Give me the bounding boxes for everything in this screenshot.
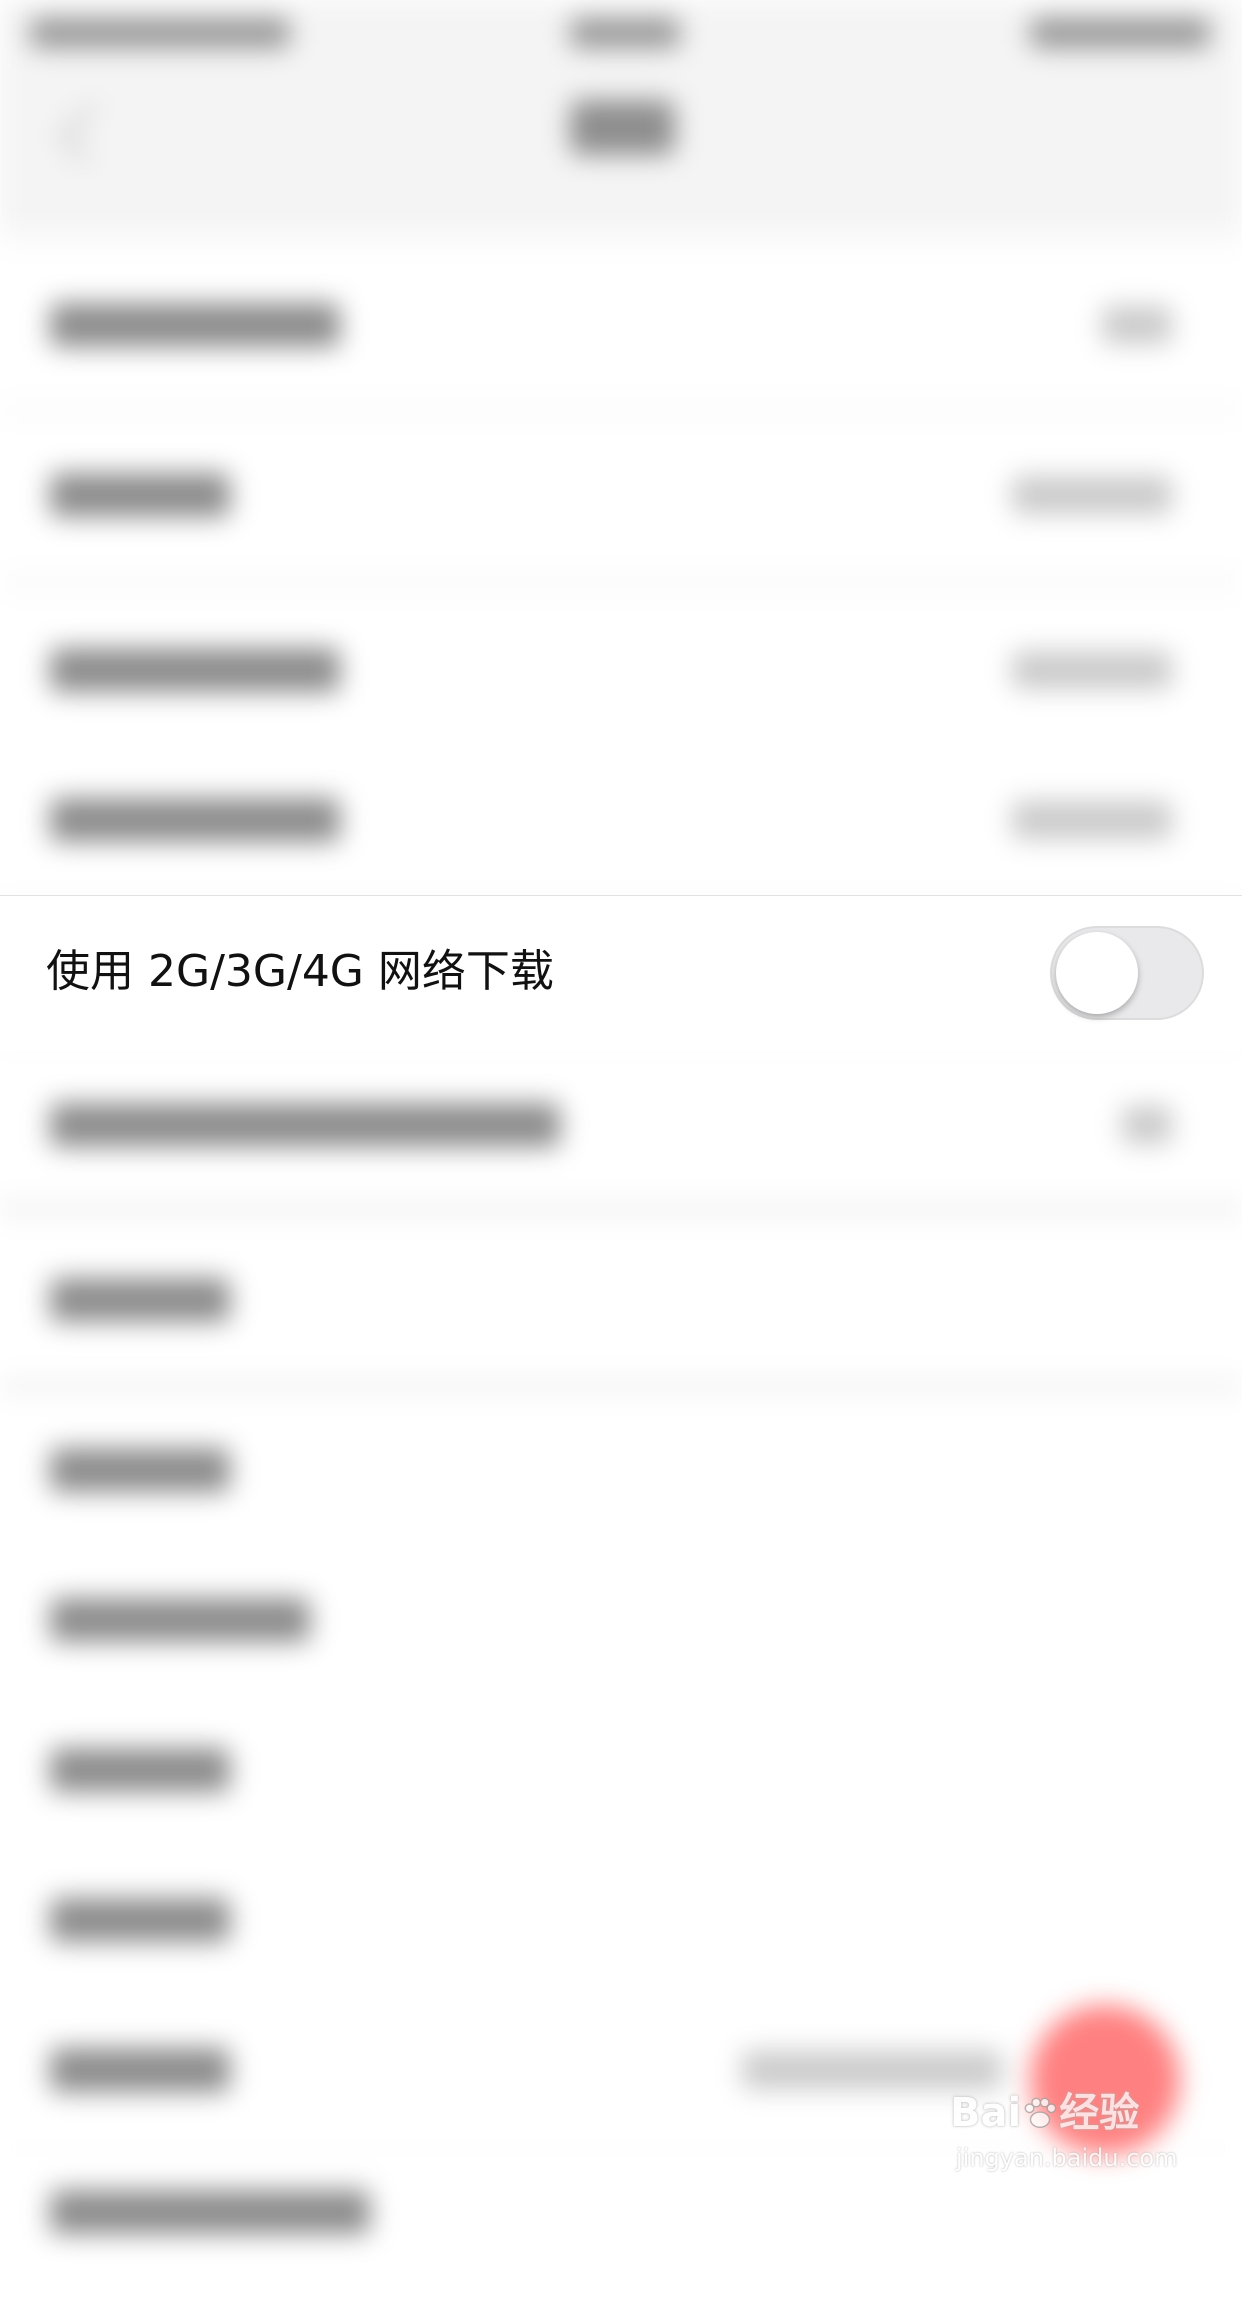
cellular-download-toggle[interactable] [1050, 926, 1204, 1020]
list-item[interactable] [0, 1395, 1242, 1545]
list-item[interactable] [0, 745, 1242, 895]
list-item[interactable] [0, 250, 1242, 400]
status-bar [0, 0, 1242, 60]
list-item[interactable] [0, 1050, 1242, 1200]
cellular-download-setting-row: 使用 2G/3G/4G 网络下载 [0, 895, 1242, 1051]
clock [570, 18, 680, 48]
list-item[interactable] [0, 1845, 1242, 1995]
carrier-indicator [30, 18, 290, 48]
cellular-download-label: 使用 2G/3G/4G 网络下载 [46, 946, 554, 997]
toggle-knob[interactable] [1056, 932, 1138, 1014]
list-item[interactable] [0, 595, 1242, 745]
section-divider [0, 1200, 1242, 1214]
baidu-jingyan-watermark: Bai 经验 jingyan.baidu.com [950, 2080, 1210, 2190]
watermark-url: jingyan.baidu.com [956, 2144, 1178, 2172]
battery-icon [1030, 18, 1210, 48]
watermark-logo: Bai 经验 [950, 2090, 1140, 2136]
list-item[interactable] [0, 1545, 1242, 1695]
list-item[interactable] [0, 1225, 1242, 1375]
blurred-background [0, 0, 1242, 2300]
list-item[interactable] [0, 1695, 1242, 1845]
paw-icon [1024, 2097, 1057, 2128]
list-item[interactable] [0, 420, 1242, 570]
section-divider [0, 1380, 1242, 1394]
page-title [570, 100, 675, 155]
